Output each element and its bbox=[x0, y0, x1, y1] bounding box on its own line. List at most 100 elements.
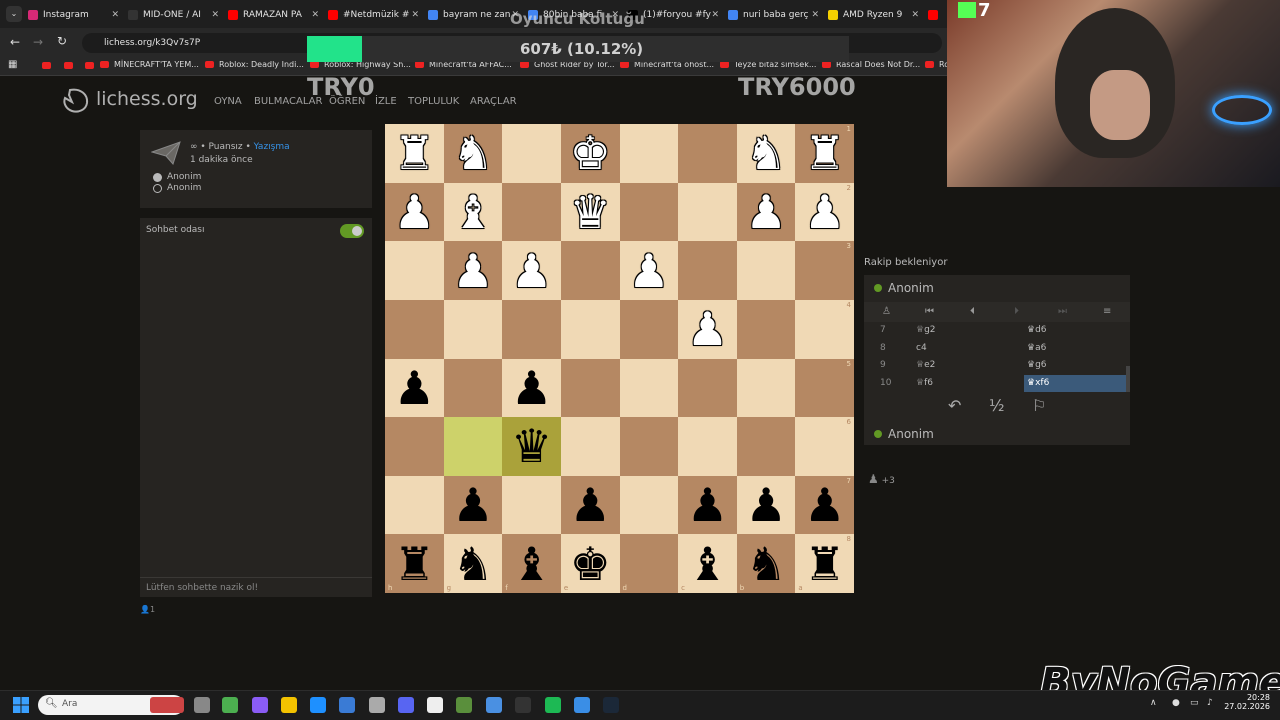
task-view-icon[interactable] bbox=[194, 697, 210, 713]
last-move-icon[interactable]: ⏭ bbox=[1058, 306, 1067, 317]
black-pawn-piece[interactable]: ♟ bbox=[804, 482, 845, 528]
board-square[interactable] bbox=[678, 417, 737, 476]
browser-tab[interactable]: #Netdmüzik # ✕ bbox=[328, 4, 423, 26]
tab-close-icon[interactable]: ✕ bbox=[211, 10, 219, 20]
capcut-icon[interactable] bbox=[427, 697, 443, 713]
black-pawn-piece[interactable]: ♟ bbox=[511, 365, 552, 411]
black-knight-piece[interactable]: ♞ bbox=[452, 541, 493, 587]
board-square[interactable] bbox=[619, 358, 679, 418]
board-square[interactable] bbox=[619, 182, 679, 242]
white-pawn-piece[interactable]: ♟ bbox=[687, 306, 728, 352]
mic-icon[interactable]: ● bbox=[1172, 698, 1180, 708]
tab-close-icon[interactable]: ✕ bbox=[811, 10, 819, 20]
board-square[interactable] bbox=[560, 241, 620, 300]
tab-close-icon[interactable]: ✕ bbox=[311, 10, 319, 20]
edge-icon[interactable] bbox=[310, 697, 326, 713]
white-pawn-piece[interactable]: ♟ bbox=[452, 248, 493, 294]
youtube-bookmark-icon[interactable] bbox=[64, 62, 73, 69]
tab-list-button[interactable]: ⌄ bbox=[6, 6, 22, 22]
black-pawn-piece[interactable]: ♟ bbox=[394, 365, 435, 411]
lichess-logo-icon[interactable] bbox=[60, 86, 90, 114]
black-move[interactable]: ♛d6 bbox=[1024, 322, 1128, 339]
file-explorer-icon[interactable] bbox=[281, 697, 297, 713]
board-square[interactable] bbox=[502, 182, 561, 242]
white-move[interactable]: c4 bbox=[916, 340, 927, 357]
chess-board[interactable]: ♜ ♞ ♚ ♞ ♜ 1 ♟ ♝ ♛ ♟ ♟ 2 ♟ ♟ ♟ 3 ♟ 4 ♟ ♟ 5 ♛ 6 ♟ ♟ ♟ ♟ ♟ 7 ♜ h ♞ g ♝ f ♚ e d ♝ c… bbox=[385, 124, 854, 593]
board-square[interactable]: ♞ bbox=[443, 124, 503, 183]
discord-icon[interactable] bbox=[398, 697, 414, 713]
move-list-scrollbar[interactable] bbox=[1126, 366, 1130, 392]
chat-toggle[interactable] bbox=[340, 224, 364, 238]
white-queen-piece[interactable]: ♛ bbox=[570, 189, 611, 235]
white-knight-piece[interactable]: ♞ bbox=[745, 130, 786, 176]
top-player[interactable]: Anonim bbox=[874, 281, 934, 295]
board-square[interactable] bbox=[678, 124, 737, 183]
spotify-icon[interactable] bbox=[545, 697, 561, 713]
car-widget-icon[interactable] bbox=[150, 697, 184, 713]
board-square[interactable]: ♟ 2 bbox=[795, 182, 854, 242]
minecraft-icon[interactable] bbox=[456, 697, 472, 713]
black-pawn-piece[interactable]: ♟ bbox=[687, 482, 728, 528]
board-square[interactable]: ♝ c bbox=[678, 534, 737, 593]
board-square[interactable]: ♟ bbox=[678, 299, 737, 359]
youtube-bookmark-icon[interactable] bbox=[85, 62, 94, 69]
nav-play[interactable]: OYNA bbox=[214, 96, 242, 107]
steam-icon[interactable] bbox=[603, 697, 619, 713]
tray-arrow-icon[interactable]: ∧ bbox=[1150, 698, 1157, 708]
board-square[interactable]: ♜ h bbox=[385, 534, 444, 593]
volume-icon[interactable]: ♪ bbox=[1207, 698, 1213, 708]
browser-tab[interactable]: nuri baba gerç ✕ bbox=[728, 4, 823, 26]
white-move[interactable]: ♕f6 bbox=[916, 375, 933, 392]
board-square[interactable]: ♟ bbox=[736, 182, 796, 242]
first-move-icon[interactable]: ⏮ bbox=[925, 306, 934, 317]
youtube-bookmark-icon[interactable] bbox=[42, 62, 51, 69]
board-square[interactable] bbox=[385, 475, 444, 535]
github-icon[interactable] bbox=[369, 697, 385, 713]
board-square[interactable] bbox=[678, 241, 737, 300]
chrome-icon[interactable] bbox=[222, 697, 238, 713]
board-square[interactable]: 5 bbox=[795, 358, 854, 418]
board-square[interactable] bbox=[560, 358, 620, 418]
white-pawn-piece[interactable]: ♟ bbox=[804, 189, 845, 235]
back-icon[interactable]: ← bbox=[10, 35, 20, 49]
black-rook-piece[interactable]: ♜ bbox=[394, 541, 435, 587]
board-square[interactable]: ♟ bbox=[502, 358, 561, 418]
next-move-icon[interactable]: ⏵ bbox=[1014, 306, 1019, 317]
black-move[interactable]: ♛xf6 bbox=[1024, 375, 1128, 392]
board-square[interactable] bbox=[560, 417, 620, 476]
board-square[interactable] bbox=[678, 358, 737, 418]
white-king-piece[interactable]: ♚ bbox=[570, 130, 611, 176]
board-square[interactable] bbox=[736, 417, 796, 476]
board-square[interactable]: ♞ g bbox=[443, 534, 503, 593]
prev-move-icon[interactable]: ⏴ bbox=[970, 306, 975, 317]
white-pawn-piece[interactable]: ♟ bbox=[628, 248, 669, 294]
browser-tab[interactable] bbox=[928, 4, 948, 26]
black-bishop-piece[interactable]: ♝ bbox=[687, 541, 728, 587]
board-square[interactable]: ♟ bbox=[560, 475, 620, 535]
nav-watch[interactable]: İZLE bbox=[375, 96, 397, 107]
nav-tools[interactable]: ARAÇLAR bbox=[470, 96, 517, 107]
black-knight-piece[interactable]: ♞ bbox=[745, 541, 786, 587]
board-square[interactable]: ♜ 1 bbox=[795, 124, 854, 183]
black-rook-piece[interactable]: ♜ bbox=[804, 541, 845, 587]
network-icon[interactable]: ▭ bbox=[1190, 698, 1199, 708]
board-square[interactable]: ♟ bbox=[443, 241, 503, 300]
board-square[interactable]: ♟ bbox=[619, 241, 679, 300]
white-pawn-piece[interactable]: ♟ bbox=[511, 248, 552, 294]
site-brand[interactable]: lichess.org bbox=[96, 88, 198, 110]
black-player[interactable]: Anonim bbox=[167, 183, 201, 193]
offer-draw-button[interactable]: ½ bbox=[989, 396, 1005, 415]
black-pawn-piece[interactable]: ♟ bbox=[452, 482, 493, 528]
board-square[interactable] bbox=[678, 182, 737, 242]
board-square[interactable] bbox=[736, 241, 796, 300]
white-pawn-piece[interactable]: ♟ bbox=[394, 189, 435, 235]
white-bishop-piece[interactable]: ♝ bbox=[452, 189, 493, 235]
board-square[interactable]: 3 bbox=[795, 241, 854, 300]
browser-tab[interactable]: MID-ONE / AI ✕ bbox=[128, 4, 223, 26]
board-square[interactable]: ♛ bbox=[560, 182, 620, 242]
windows-start-icon[interactable] bbox=[13, 697, 29, 713]
board-square[interactable]: ♝ bbox=[443, 182, 503, 242]
white-knight-piece[interactable]: ♞ bbox=[452, 130, 493, 176]
store-icon[interactable] bbox=[339, 697, 355, 713]
board-square[interactable]: ♜ 8 a bbox=[795, 534, 854, 593]
